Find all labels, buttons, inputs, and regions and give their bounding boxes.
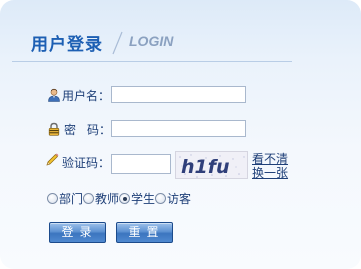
username-input[interactable] [111, 86, 246, 103]
page-subtitle: LOGIN [129, 33, 174, 49]
captcha-input[interactable] [111, 154, 171, 174]
role-label-visitor: 访客 [167, 192, 192, 206]
password-label-char1: 密 [64, 123, 77, 137]
role-option-student[interactable]: 学生 [119, 191, 155, 207]
username-label: 用户名： [62, 89, 111, 103]
captcha-label: 验证码： [62, 156, 111, 170]
role-selector: 部门 教师 学生 访客 [47, 191, 191, 207]
title-underline [12, 61, 292, 62]
reset-button[interactable]: 重置 [116, 222, 173, 243]
role-label-student: 学生 [131, 192, 156, 206]
password-label-char2: 码： [87, 123, 112, 137]
password-input[interactable] [111, 120, 246, 137]
captcha-refresh-line1: 看不清 [252, 152, 289, 166]
login-panel: 用户登录 LOGIN 用户名： 密 码： 验证码： h1fu 看不清 换一张 部… [0, 0, 361, 269]
user-icon [47, 88, 61, 102]
page-title: 用户登录 [31, 35, 103, 55]
captcha-text: h1fu [181, 156, 230, 178]
lock-icon [47, 122, 61, 136]
title-divider [110, 30, 124, 56]
role-option-department[interactable]: 部门 [47, 191, 83, 207]
role-label-department: 部门 [59, 192, 84, 206]
captcha-image[interactable]: h1fu [175, 151, 248, 179]
role-label-teacher: 教师 [95, 192, 120, 206]
role-option-teacher[interactable]: 教师 [83, 191, 119, 207]
role-option-visitor[interactable]: 访客 [155, 191, 191, 207]
captcha-refresh-link[interactable]: 看不清 换一张 [252, 152, 294, 180]
radio-student[interactable] [119, 193, 131, 204]
radio-visitor[interactable] [155, 193, 167, 204]
login-button[interactable]: 登录 [49, 222, 106, 243]
pencil-icon [45, 153, 59, 167]
radio-department[interactable] [47, 193, 58, 204]
radio-teacher[interactable] [83, 193, 95, 204]
captcha-refresh-line2: 换一张 [252, 166, 289, 180]
